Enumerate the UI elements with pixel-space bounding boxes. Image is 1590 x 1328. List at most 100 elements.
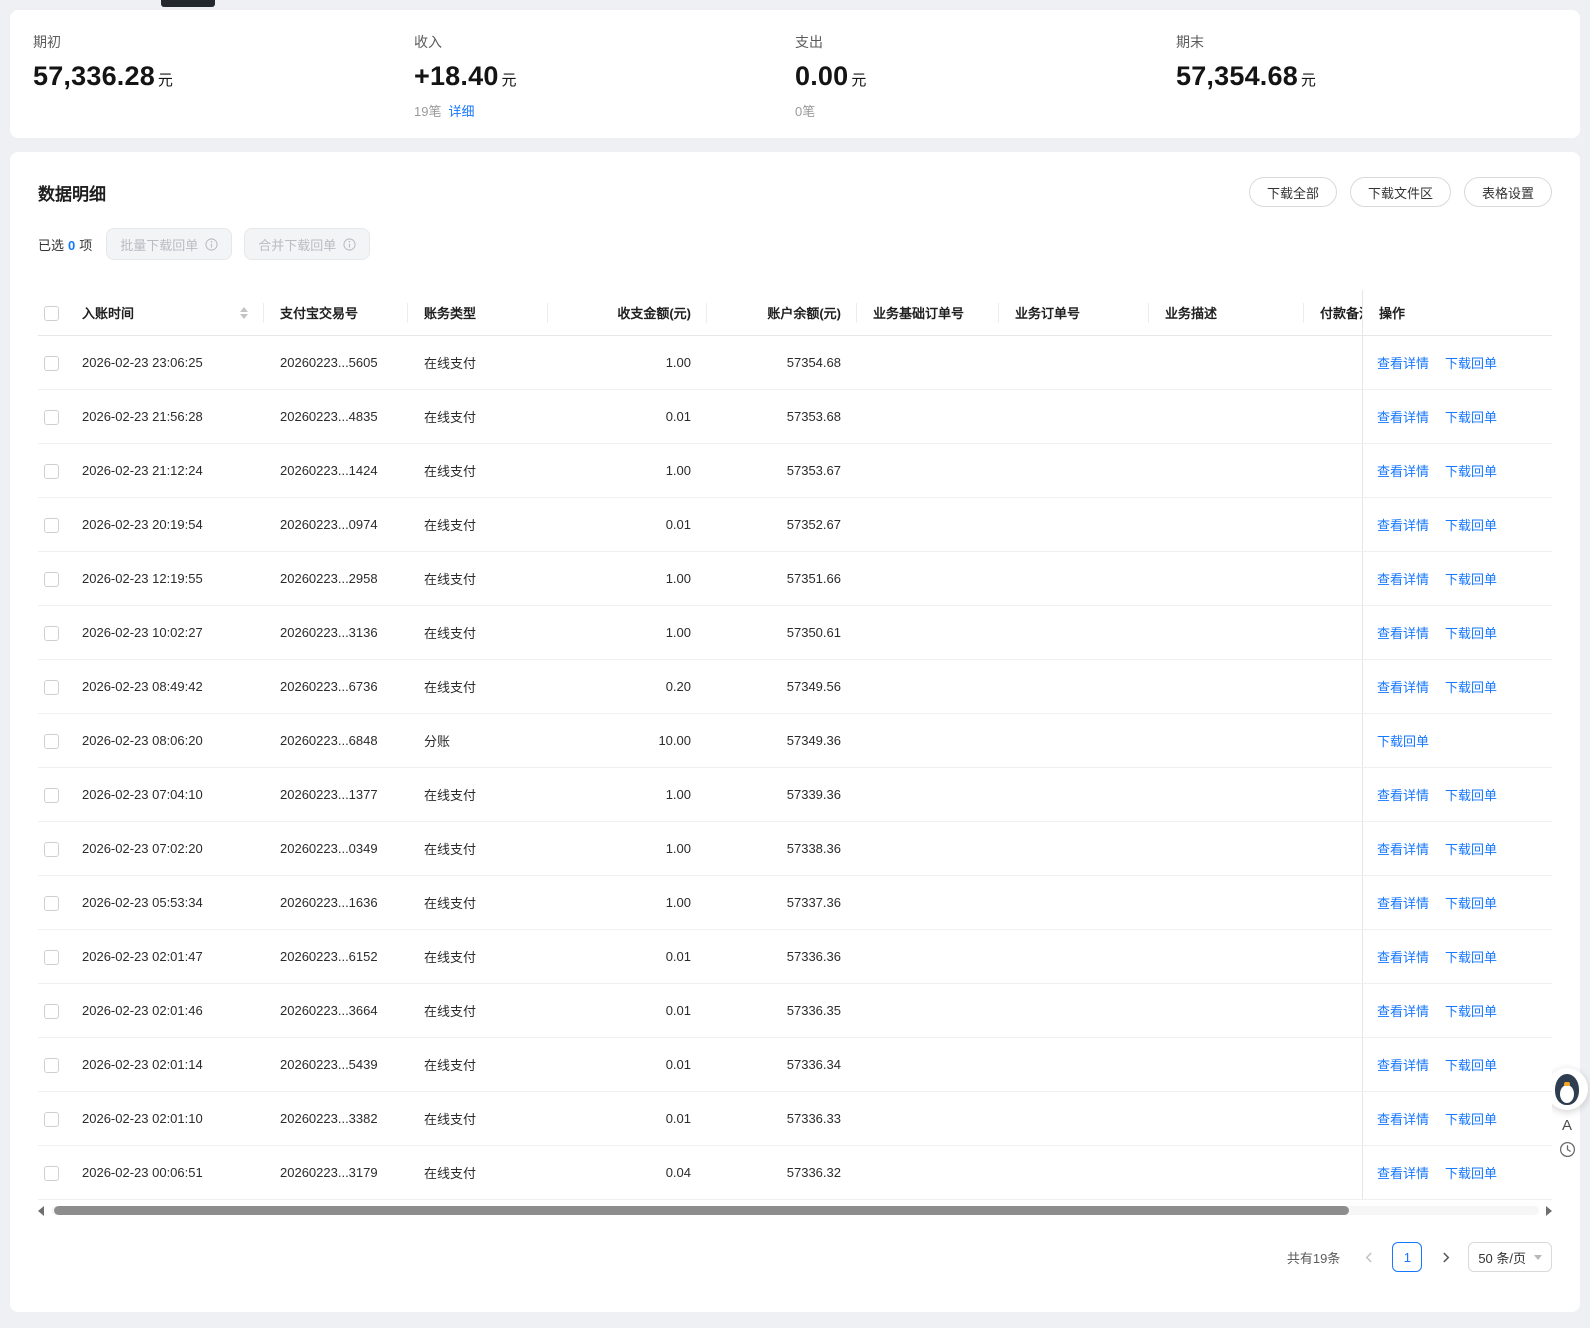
row-checkbox[interactable] [44,1058,59,1073]
cell-base-order-id [857,606,999,660]
download-receipt-link[interactable]: 下载回单 [1445,950,1497,965]
row-checkbox[interactable] [44,896,59,911]
clock-icon[interactable] [1559,1141,1576,1158]
download-receipt-link[interactable]: 下载回单 [1445,626,1497,641]
download-receipt-link[interactable]: 下载回单 [1377,734,1429,749]
merge-download-label: 合并下载回单 [258,235,336,254]
cell-transaction-id: 20260223...6152 [264,930,408,984]
assistant-avatar-icon[interactable] [1546,1068,1588,1110]
chevron-right-icon [1440,1252,1451,1263]
row-checkbox[interactable] [44,1112,59,1127]
cell-account-type: 在线支付 [408,660,548,714]
download-receipt-link[interactable]: 下载回单 [1445,1004,1497,1019]
cell-transaction-id: 20260223...1636 [264,876,408,930]
view-detail-link[interactable]: 查看详情 [1377,1112,1429,1127]
view-detail-link[interactable]: 查看详情 [1377,1004,1429,1019]
row-checkbox[interactable] [44,788,59,803]
current-page-button[interactable]: 1 [1392,1242,1422,1272]
table-scroll-area[interactable]: 入账时间 支付宝交易号 账务类型 收支金额(元) 账户余额(元) 业务基础订单号… [38,290,1552,1200]
next-page-button[interactable] [1432,1244,1458,1270]
row-checkbox[interactable] [44,572,59,587]
download-receipt-link[interactable]: 下载回单 [1445,842,1497,857]
download-receipt-link[interactable]: 下载回单 [1445,1112,1497,1127]
view-detail-link[interactable]: 查看详情 [1377,356,1429,371]
row-checkbox[interactable] [44,464,59,479]
cell-base-order-id [857,1038,999,1092]
row-checkbox[interactable] [44,356,59,371]
download-receipt-link[interactable]: 下载回单 [1445,680,1497,695]
cell-amount: 1.00 [548,336,707,390]
cell-description [1149,390,1304,444]
cell-balance: 57338.36 [707,822,857,876]
batch-download-receipt-button[interactable]: 批量下载回单 [106,228,232,260]
download-receipt-link[interactable]: 下载回单 [1445,518,1497,533]
view-detail-link[interactable]: 查看详情 [1377,1166,1429,1181]
scrollbar-track[interactable] [51,1206,1539,1215]
row-checkbox[interactable] [44,950,59,965]
table-row: 2026-02-23 12:19:55 20260223...2958 在线支付… [38,552,1552,606]
table-settings-button[interactable]: 表格设置 [1464,177,1552,207]
cell-order-id [999,1146,1149,1200]
cell-transaction-id: 20260223...3664 [264,984,408,1038]
expense-count: 0笔 [795,104,815,119]
view-detail-link[interactable]: 查看详情 [1377,896,1429,911]
assistant-label[interactable]: A [1562,1117,1572,1134]
view-detail-link[interactable]: 查看详情 [1377,788,1429,803]
cell-base-order-id [857,498,999,552]
cell-amount: 0.20 [548,660,707,714]
selected-prefix: 已选 [38,238,64,253]
view-detail-link[interactable]: 查看详情 [1377,842,1429,857]
row-checkbox[interactable] [44,734,59,749]
row-checkbox[interactable] [44,518,59,533]
view-detail-link[interactable]: 查看详情 [1377,518,1429,533]
row-checkbox[interactable] [44,842,59,857]
cell-balance: 57337.36 [707,876,857,930]
cell-description [1149,1038,1304,1092]
download-receipt-link[interactable]: 下载回单 [1445,1166,1497,1181]
scroll-right-arrow-icon[interactable] [1546,1206,1552,1216]
view-detail-link[interactable]: 查看详情 [1377,1058,1429,1073]
cell-amount: 1.00 [548,606,707,660]
cell-actions: 查看详情 下载回单 [1362,768,1552,822]
view-detail-link[interactable]: 查看详情 [1377,572,1429,587]
download-receipt-link[interactable]: 下载回单 [1445,356,1497,371]
row-checkbox[interactable] [44,1166,59,1181]
download-receipt-link[interactable]: 下载回单 [1445,464,1497,479]
sort-icon[interactable] [232,307,248,319]
view-detail-link[interactable]: 查看详情 [1377,464,1429,479]
row-checkbox[interactable] [44,626,59,641]
row-checkbox-cell [38,660,66,714]
scrollbar-thumb[interactable] [54,1206,1349,1215]
view-detail-link[interactable]: 查看详情 [1377,950,1429,965]
col-order-id: 业务订单号 [999,290,1149,336]
row-checkbox-cell [38,876,66,930]
download-all-button[interactable]: 下载全部 [1249,177,1337,207]
row-checkbox[interactable] [44,1004,59,1019]
cell-amount: 0.04 [548,1146,707,1200]
download-receipt-link[interactable]: 下载回单 [1445,410,1497,425]
select-all-checkbox[interactable] [44,306,59,321]
cell-base-order-id [857,390,999,444]
view-detail-link[interactable]: 查看详情 [1377,680,1429,695]
table-row: 2026-02-23 10:02:27 20260223...3136 在线支付… [38,606,1552,660]
download-receipt-link[interactable]: 下载回单 [1445,1058,1497,1073]
view-detail-link[interactable]: 查看详情 [1377,626,1429,641]
download-filezone-button[interactable]: 下载文件区 [1350,177,1451,207]
page-size-select[interactable]: 50 条/页 [1468,1242,1552,1272]
summary-income: 收入 +18.40元 19笔详细 [414,32,795,138]
download-receipt-link[interactable]: 下载回单 [1445,896,1497,911]
view-detail-link[interactable]: 查看详情 [1377,410,1429,425]
merge-download-receipt-button[interactable]: 合并下载回单 [244,228,370,260]
horizontal-scrollbar[interactable] [38,1203,1552,1218]
cell-balance: 57353.67 [707,444,857,498]
row-checkbox-cell [38,444,66,498]
scroll-left-arrow-icon[interactable] [38,1206,44,1216]
row-checkbox[interactable] [44,680,59,695]
row-checkbox[interactable] [44,410,59,425]
income-detail-link[interactable]: 详细 [448,104,474,119]
download-receipt-link[interactable]: 下载回单 [1445,788,1497,803]
prev-page-button[interactable] [1356,1244,1382,1270]
page-size-value: 50 条/页 [1478,1248,1526,1267]
download-receipt-link[interactable]: 下载回单 [1445,572,1497,587]
cell-account-type: 在线支付 [408,498,548,552]
